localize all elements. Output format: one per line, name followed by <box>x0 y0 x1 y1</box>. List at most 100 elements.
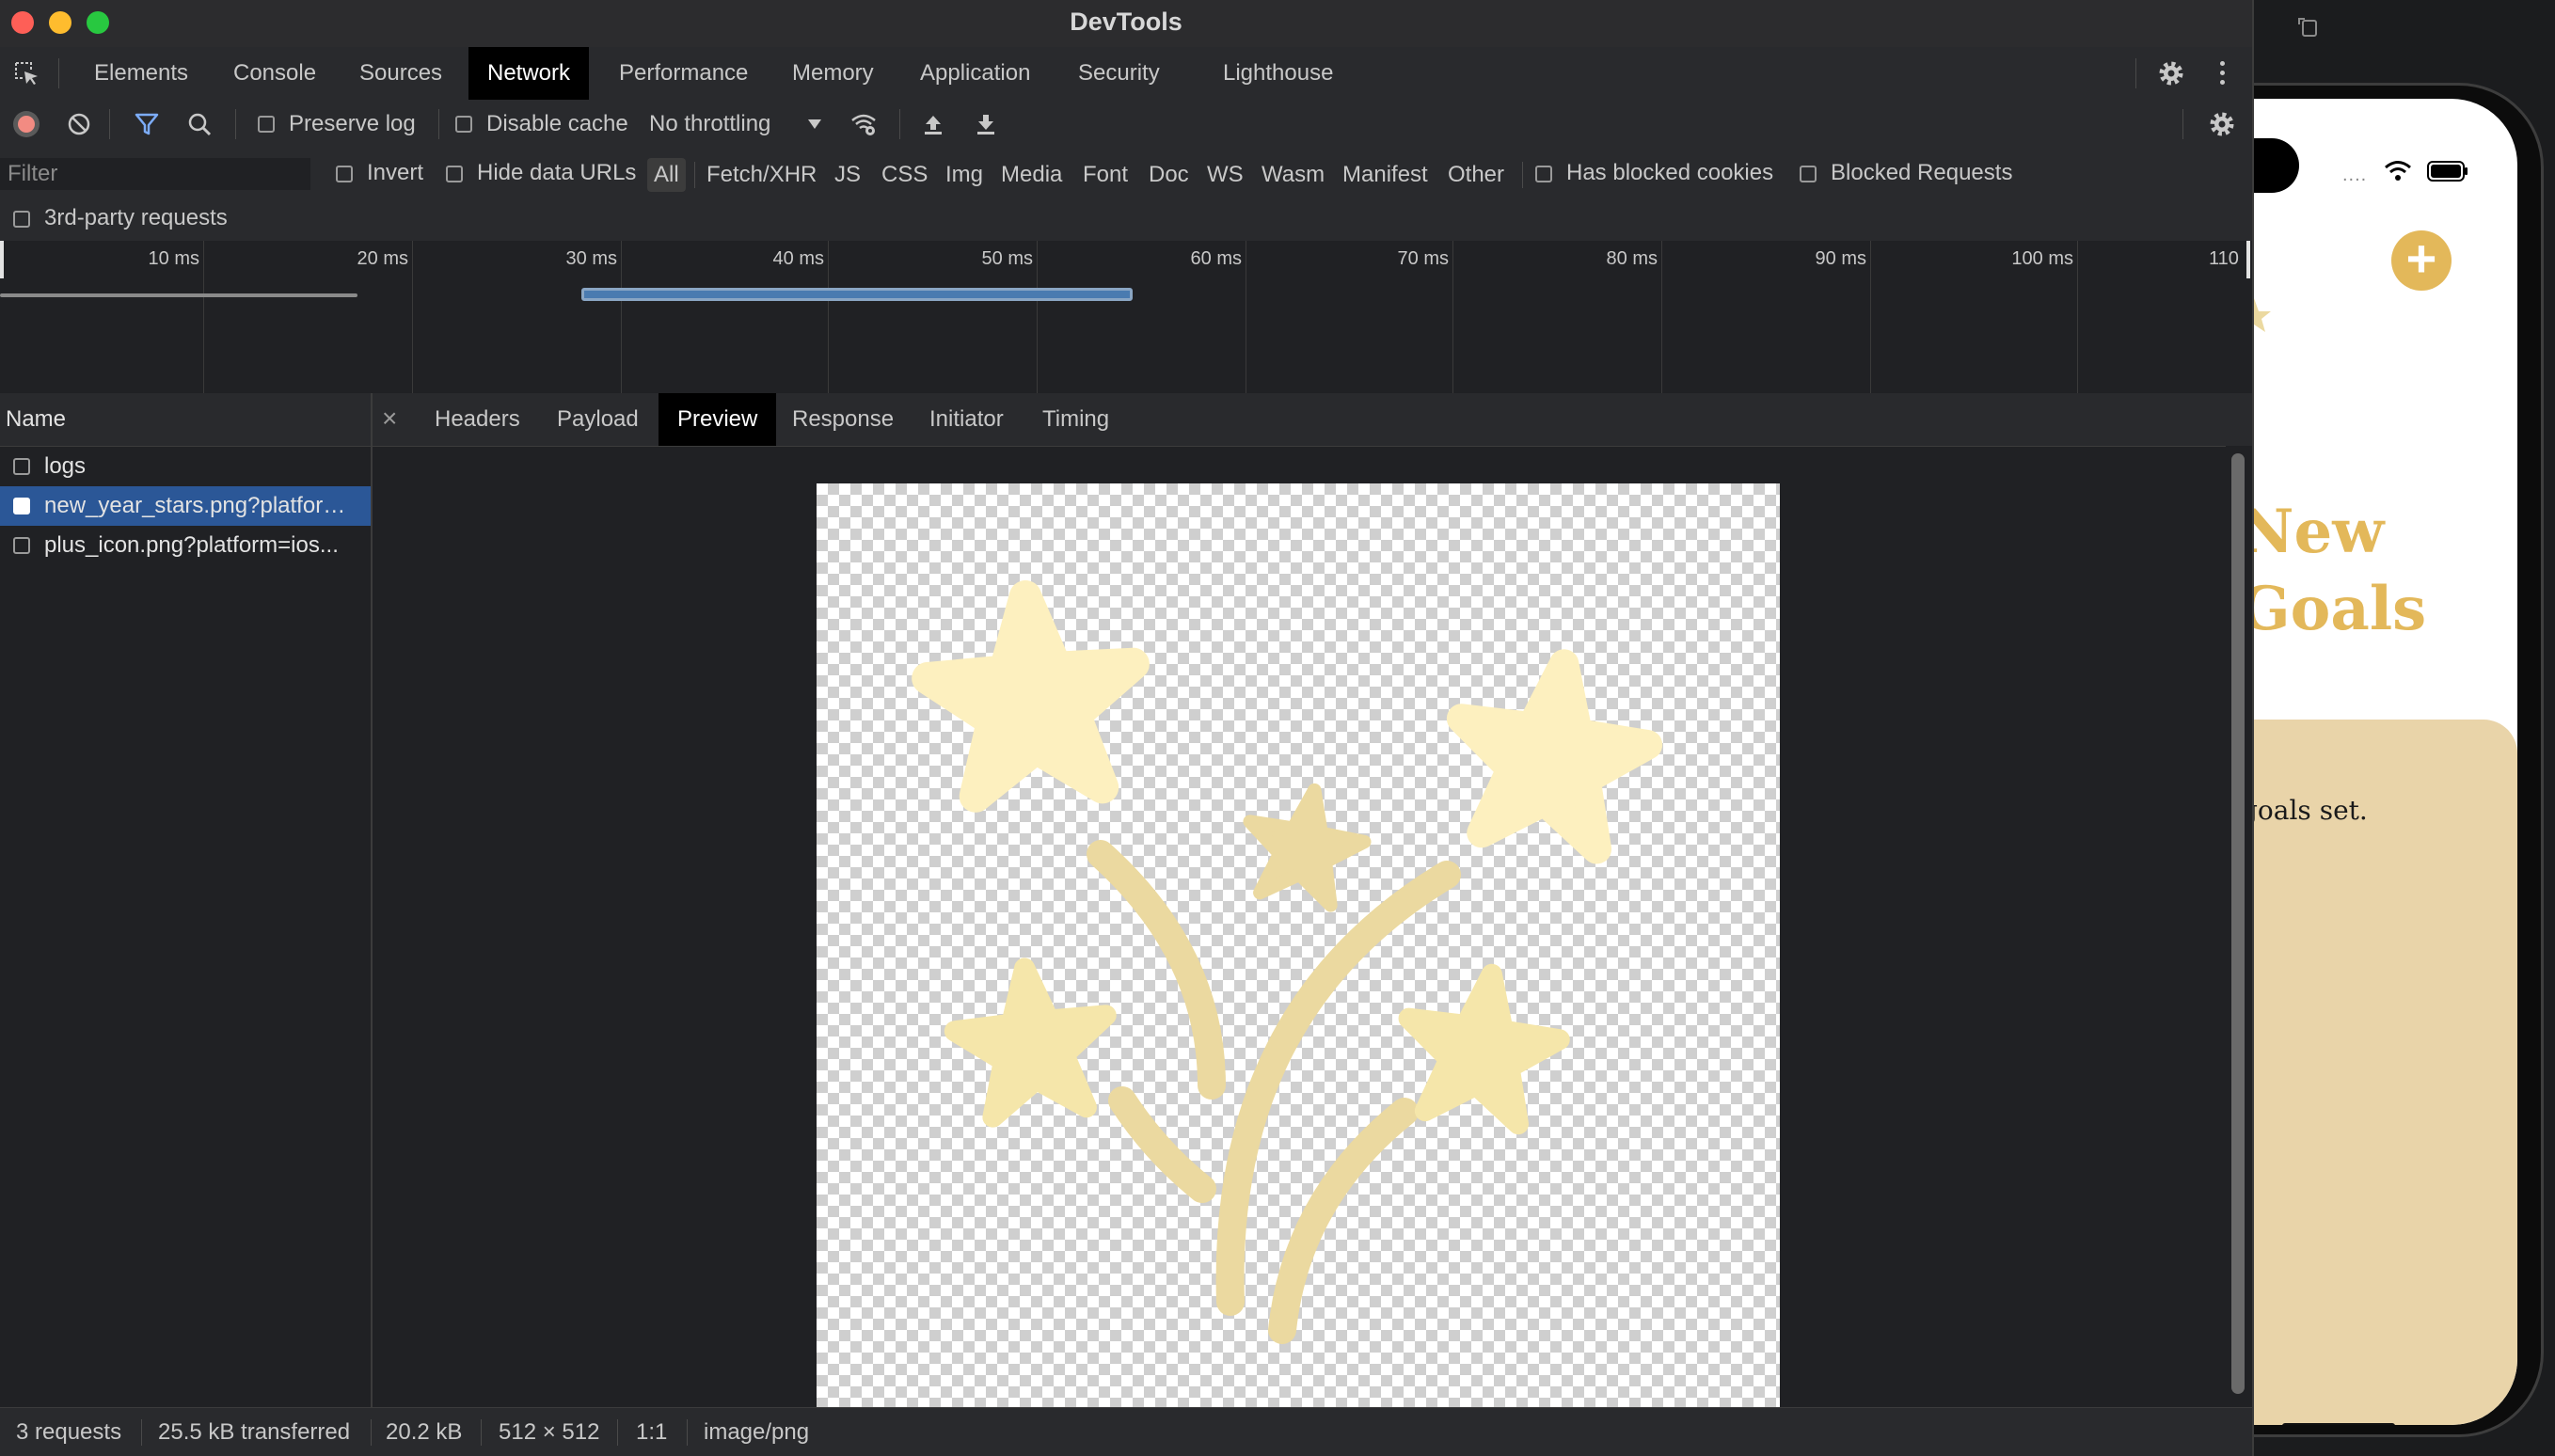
request-list: Name logs new_year_stars.png?platform=io… <box>0 393 373 1407</box>
inspect-element-icon[interactable] <box>13 60 40 87</box>
toolbar-separator <box>2182 109 2183 139</box>
invert-checkbox[interactable] <box>336 166 353 182</box>
preview-scrollbar[interactable] <box>2226 446 2252 1407</box>
new-year-stars-image <box>817 483 1780 1344</box>
record-button[interactable] <box>13 111 40 137</box>
filter-separator <box>694 162 695 188</box>
tick-label: 20 ms <box>357 248 408 269</box>
hide-data-urls-checkbox[interactable] <box>446 166 463 182</box>
filter-type-font[interactable]: Font <box>1076 158 1135 192</box>
request-row-checkbox[interactable] <box>13 498 30 514</box>
filter-type-ws[interactable]: WS <box>1200 158 1250 192</box>
search-icon[interactable] <box>186 111 213 137</box>
disable-cache-checkbox[interactable] <box>455 116 472 133</box>
toolbar-separator <box>438 109 439 139</box>
dynamic-island <box>2254 138 2299 193</box>
has-blocked-cookies-checkbox[interactable] <box>1535 166 1552 182</box>
waterfall-bar-logs <box>0 293 357 297</box>
export-har-icon[interactable] <box>973 111 999 137</box>
main-tab-bar: Elements Console Sources Network Perform… <box>0 47 2252 101</box>
battery-icon <box>2427 161 2468 182</box>
tab-performance[interactable]: Performance <box>600 47 767 100</box>
home-indicator <box>2282 1423 2395 1425</box>
network-toolbar: Preserve log Disable cache No throttling <box>0 100 2252 150</box>
page-title-line-1: New <box>2254 497 2385 567</box>
request-row-checkbox[interactable] <box>13 537 30 554</box>
filter-icon[interactable] <box>134 111 160 137</box>
toolbar-separator <box>235 109 236 139</box>
request-name: logs <box>44 453 87 479</box>
image-aspect-ratio: 1:1 <box>636 1419 668 1445</box>
throttling-select[interactable]: No throttling <box>649 111 770 137</box>
blocked-requests-label: Blocked Requests <box>1831 160 2013 185</box>
network-settings-gear-icon[interactable] <box>2207 109 2237 139</box>
detail-tab-response[interactable]: Response <box>773 393 912 446</box>
status-separator <box>371 1419 372 1446</box>
disable-cache-label: Disable cache <box>486 111 628 136</box>
detail-tab-headers[interactable]: Headers <box>416 393 539 446</box>
wifi-icon <box>2385 161 2411 181</box>
clear-icon[interactable] <box>66 111 92 137</box>
tab-separator <box>58 58 59 88</box>
tab-lighthouse[interactable]: Lighthouse <box>1204 47 1352 100</box>
grid-line <box>828 241 829 393</box>
range-handle-left[interactable] <box>0 241 4 278</box>
detail-tab-timing[interactable]: Timing <box>1024 393 1128 446</box>
request-count: 3 requests <box>16 1419 122 1445</box>
preserve-log-checkbox[interactable] <box>258 116 275 133</box>
chevron-down-icon[interactable] <box>807 119 822 130</box>
more-options-icon[interactable] <box>2216 58 2228 88</box>
grid-line <box>621 241 622 393</box>
filter-type-css[interactable]: CSS <box>875 158 934 192</box>
filter-input[interactable] <box>0 158 310 190</box>
tab-elements[interactable]: Elements <box>75 47 207 100</box>
detail-tab-payload[interactable]: Payload <box>538 393 658 446</box>
request-row-checkbox[interactable] <box>13 458 30 475</box>
settings-gear-icon[interactable] <box>2156 58 2186 88</box>
filter-type-js[interactable]: JS <box>828 158 867 192</box>
request-row[interactable]: new_year_stars.png?platform=ios... <box>0 486 371 526</box>
phone-screen: .... + New Goals goals set. <box>2254 99 2517 1425</box>
tab-application[interactable]: Application <box>901 47 1049 100</box>
tab-memory[interactable]: Memory <box>773 47 893 100</box>
image-file-size: 20.2 kB <box>386 1419 463 1445</box>
goals-card-text: goals set. <box>2254 795 2368 826</box>
network-conditions-icon[interactable] <box>850 111 877 137</box>
import-har-icon[interactable] <box>920 111 946 137</box>
filter-type-wasm[interactable]: Wasm <box>1255 158 1331 192</box>
blocked-requests-checkbox[interactable] <box>1800 166 1817 182</box>
filter-type-manifest[interactable]: Manifest <box>1336 158 1435 192</box>
status-bar: 3 requests 25.5 kB transferred 20.2 kB 5… <box>0 1407 2252 1456</box>
preview-scrollbar-thumb[interactable] <box>2231 453 2245 1394</box>
image-preview <box>817 483 1780 1407</box>
page-title: New Goals <box>2254 494 2426 648</box>
status-separator <box>617 1419 618 1446</box>
close-detail-icon[interactable]: × <box>382 404 397 433</box>
add-goal-button[interactable]: + <box>2391 230 2452 291</box>
filter-type-doc[interactable]: Doc <box>1142 158 1196 192</box>
tab-security[interactable]: Security <box>1059 47 1179 100</box>
preview-area <box>373 446 2226 1407</box>
filter-type-fetch-xhr[interactable]: Fetch/XHR <box>700 158 823 192</box>
filter-separator <box>1522 162 1523 188</box>
rotate-device-icon[interactable] <box>2295 13 2322 40</box>
range-handle-right[interactable] <box>2246 241 2250 278</box>
tab-sources[interactable]: Sources <box>341 47 461 100</box>
tick-label: 90 ms <box>1815 248 1866 269</box>
filter-type-media[interactable]: Media <box>994 158 1069 192</box>
name-column-header[interactable]: Name <box>0 393 371 447</box>
tab-console[interactable]: Console <box>214 47 335 100</box>
tab-network[interactable]: Network <box>468 47 590 100</box>
request-row[interactable]: plus_icon.png?platform=ios... <box>0 526 371 565</box>
request-row[interactable]: logs <box>0 447 371 486</box>
filter-type-img[interactable]: Img <box>939 158 990 192</box>
detail-tab-preview[interactable]: Preview <box>659 393 777 446</box>
third-party-checkbox[interactable] <box>13 211 30 228</box>
goals-card: goals set. <box>2254 720 2517 1425</box>
detail-tab-initiator[interactable]: Initiator <box>911 393 1023 446</box>
filter-type-other[interactable]: Other <box>1441 158 1511 192</box>
has-blocked-cookies-label: Has blocked cookies <box>1566 160 1774 185</box>
filter-type-all[interactable]: All <box>647 158 686 192</box>
filter-bar: Invert Hide data URLs All Fetch/XHR JS C… <box>0 149 2252 242</box>
network-overview-timeline[interactable]: 10 ms 20 ms 30 ms 40 ms 50 ms 60 ms 70 m… <box>0 241 2252 394</box>
